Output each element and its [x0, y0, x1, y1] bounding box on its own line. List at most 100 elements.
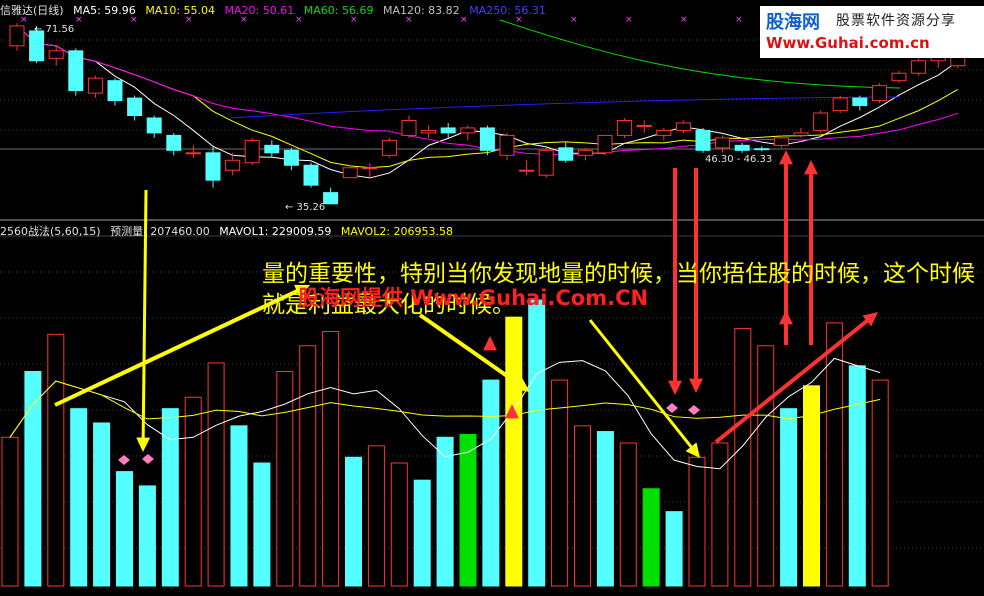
volume-bar [688, 456, 706, 587]
volume-bar [24, 371, 42, 587]
volume-bar [665, 511, 683, 587]
candle-body [773, 137, 789, 146]
volume-panel-header: 2560战法(5,60,15) 预测量: 207460.00 MAVOL1: 2… [0, 223, 459, 239]
candle-body [401, 119, 417, 136]
candle-body [734, 144, 750, 151]
arrow-red-up-1-head [779, 150, 793, 165]
candle-body [166, 134, 182, 151]
volume-bar [734, 328, 752, 587]
volume-bar [528, 299, 546, 587]
candle-body [636, 124, 652, 127]
arrow-red-down-2-head [689, 378, 703, 393]
candle-body [362, 167, 378, 170]
candle-body [68, 50, 84, 92]
candle-body [871, 85, 887, 102]
volume-bar [116, 471, 133, 587]
candle-body [519, 169, 535, 172]
candle-body [656, 129, 672, 136]
site-logo[interactable]: 股海网 股票软件资源分享 Www.Guhai.com.cn [760, 6, 984, 58]
candle-body [479, 127, 495, 151]
volume-bar [299, 345, 317, 587]
volume-bar [848, 365, 866, 587]
arrow-red-down-1-head [668, 380, 682, 395]
mavol1-label: MAVOL1: 229009.59 [219, 225, 332, 238]
candle-body [421, 129, 437, 134]
candle-body [832, 97, 848, 112]
ma20-label: MA20: 50.61 [224, 4, 295, 17]
mavol2-label: MAVOL2: 206953.58 [340, 225, 454, 238]
volume-bar [780, 408, 798, 587]
volume-bar [871, 379, 889, 587]
candle-body [87, 77, 103, 94]
volume-bar [230, 425, 248, 587]
high-price-label: ← 71.56 [34, 24, 74, 35]
stock-chart[interactable]: ××××××××××××××××← 71.56← 35.2646.30 - 46… [0, 0, 984, 592]
volume-bar [619, 442, 637, 587]
candle-body [283, 149, 299, 166]
candle-body [499, 134, 515, 156]
volume-bar [505, 316, 523, 587]
candle-body [127, 97, 143, 117]
candle-body [754, 148, 770, 151]
candle-body [440, 127, 456, 134]
candle-body [558, 147, 574, 161]
volume-bar [436, 436, 454, 587]
ma120-label: MA120: 83.82 [382, 4, 460, 17]
volume-bar [482, 379, 500, 587]
volume-bar [47, 333, 65, 587]
candle-body [48, 50, 64, 59]
candle-body [577, 149, 593, 156]
candle-body [675, 122, 691, 131]
range-price-label: 46.30 - 46.33 [705, 154, 772, 165]
volume-bar [413, 479, 431, 587]
volume-bar [161, 408, 179, 587]
low-price-label: ← 35.26 [285, 202, 325, 213]
ma5-label: MA5: 59.96 [73, 4, 136, 17]
x-marker: × [680, 15, 688, 25]
candle-body [538, 149, 554, 176]
candle-body [303, 164, 319, 186]
logo-site-name: 股海网 [766, 12, 820, 33]
candle-body [597, 134, 613, 154]
candle-body [29, 30, 45, 62]
candle-body [813, 112, 829, 131]
volume-bar [596, 431, 614, 587]
volume-bar [322, 330, 340, 587]
x-marker: × [570, 15, 578, 25]
ma10-label: MA10: 55.04 [145, 4, 216, 17]
candle-body [793, 132, 809, 136]
candle-body [852, 97, 868, 107]
candle-body [205, 152, 221, 181]
x-marker: × [735, 15, 743, 25]
candle-body [107, 80, 123, 102]
forecast-volume: 预测量: 207460.00 [110, 225, 210, 238]
volume-bar [1, 436, 19, 587]
arrow-red-up-2-head [804, 160, 818, 175]
volume-bar [207, 362, 225, 587]
volume-bar [757, 345, 775, 587]
ma60-label: MA60: 56.69 [303, 4, 374, 17]
candle-body [185, 152, 201, 155]
volume-bar [390, 462, 408, 587]
candle-body [323, 192, 339, 205]
volume-bar [345, 456, 362, 587]
watermark-text: 股海网提供 Www.Guhai.Com.CN [298, 286, 649, 310]
arrow-red-small-1-head [483, 336, 497, 351]
candle-body [891, 72, 907, 82]
ma250-line [229, 96, 901, 119]
candle-body [342, 167, 358, 179]
arrow-yellow-down-1-head [136, 437, 151, 452]
diamond-marker [666, 403, 678, 413]
candle-body [460, 127, 476, 134]
candle-body [617, 119, 633, 136]
indicator-name: 2560战法(5,60,15) [0, 225, 101, 238]
price-panel-header: 信雅达(日线) MA5: 59.96 MA10: 55.04 MA20: 50.… [0, 2, 552, 18]
candle-body [381, 139, 397, 156]
candle-body [264, 144, 280, 154]
candle-body [911, 60, 927, 74]
volume-bar [711, 442, 729, 587]
candle-body [244, 139, 260, 164]
volume-bar [574, 425, 591, 587]
candle-body [225, 159, 241, 171]
volume-bar [825, 322, 843, 587]
